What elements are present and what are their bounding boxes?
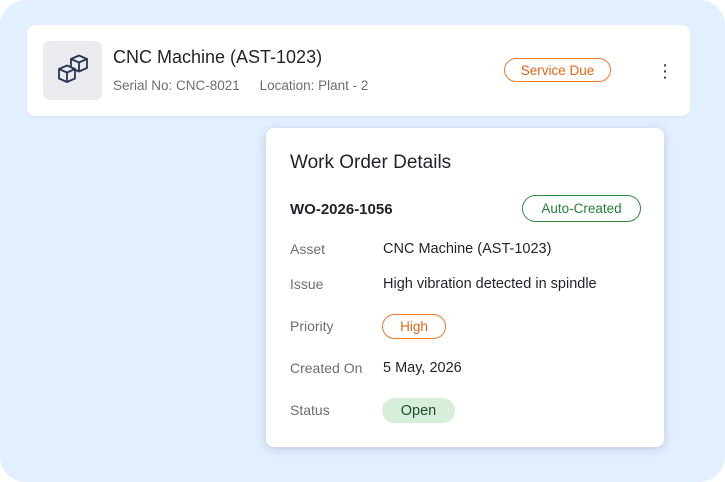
priority-label: Priority [290, 318, 334, 334]
asset-icon-tile [43, 41, 102, 100]
asset-location: Location: Plant - 2 [259, 78, 369, 93]
asset-label: Asset [290, 241, 326, 257]
created-on-value: 5 May, 2026 [383, 360, 462, 376]
popover-title: Work Order Details [290, 152, 452, 173]
status-label: Status [290, 402, 330, 418]
priority-badge: High [382, 314, 446, 339]
kebab-menu-icon[interactable]: ⋮ [655, 61, 675, 81]
app-background: CNC Machine (AST-1023) Serial No: CNC-80… [0, 0, 725, 482]
auto-created-badge: Auto-Created [522, 195, 641, 222]
service-due-badge: Service Due [504, 58, 611, 82]
asset-meta: Serial No: CNC-8021 Location: Plant - 2 [113, 78, 368, 93]
issue-label: Issue [290, 276, 324, 292]
created-on-label: Created On [290, 360, 363, 376]
asset-card[interactable]: CNC Machine (AST-1023) Serial No: CNC-80… [27, 25, 690, 116]
asset-value: CNC Machine (AST-1023) [383, 241, 552, 257]
work-order-popover: Work Order Details WO-2026-1056 Auto-Cre… [266, 128, 664, 447]
status-badge: Open [382, 398, 455, 423]
asset-serial: Serial No: CNC-8021 [113, 78, 240, 93]
boxes-icon [57, 54, 88, 83]
issue-value: High vibration detected in spindle [383, 276, 597, 292]
work-order-id: WO-2026-1056 [290, 201, 393, 218]
asset-title: CNC Machine (AST-1023) [113, 47, 323, 67]
